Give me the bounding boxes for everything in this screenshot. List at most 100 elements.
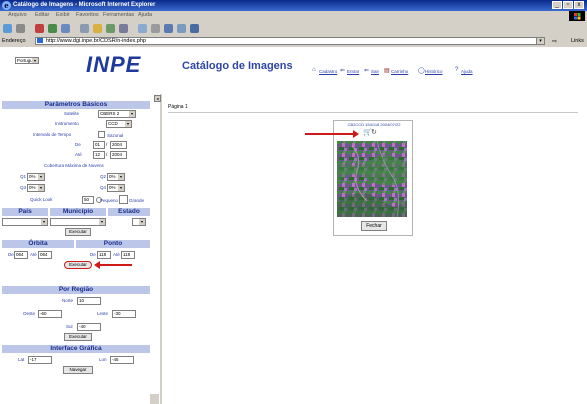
executar-porregiao-button[interactable]: Executar — [64, 333, 92, 341]
q1-select[interactable]: 0% ▾ — [27, 173, 45, 181]
q4-select[interactable]: 0% ▾ — [107, 184, 125, 192]
edit-icon[interactable] — [164, 24, 173, 33]
satellite-image-thumbnail[interactable] — [337, 141, 407, 217]
back-icon[interactable] — [3, 24, 12, 33]
panel-divider[interactable] — [160, 94, 162, 404]
address-input[interactable]: http://www.dgi.inpe.br/CDSR/n-index.php — [35, 37, 545, 45]
orbita-ate-input[interactable]: 064 — [38, 251, 52, 259]
highlight-arrow — [305, 133, 355, 135]
menu-ferramentas[interactable]: Ferramentas — [103, 12, 134, 18]
address-dropdown-button[interactable]: ▾ — [536, 37, 545, 45]
de-year-input[interactable]: 2004 — [110, 141, 127, 149]
header-pais: País — [2, 208, 48, 216]
stop-icon[interactable] — [35, 24, 44, 33]
favorites-icon[interactable] — [93, 24, 102, 33]
section-parametros-basicos: Parâmetros Básicos — [2, 101, 150, 109]
oeste-label: Oeste — [23, 311, 36, 316]
quicklook-label: Quick Look — [30, 197, 53, 202]
ponto-ate-input[interactable]: 118 — [121, 251, 135, 259]
chevron-down-icon: ▾ — [139, 219, 145, 225]
grande-checkbox[interactable] — [119, 195, 128, 204]
executar-orbita-button[interactable]: Executar — [64, 261, 92, 269]
pais-select[interactable]: ▾ — [2, 218, 48, 226]
nav-carrinho[interactable]: Carrinho — [391, 69, 408, 74]
panel-collapse-button[interactable]: ◂ — [154, 95, 161, 102]
window-title-bar: e Catálogo de Imagens - Microsoft Intern… — [0, 0, 587, 11]
logout-nav-icon: ⇐ — [364, 68, 370, 74]
sul-input[interactable]: -40 — [77, 323, 101, 331]
executar-regiao-button[interactable]: Executar — [65, 228, 91, 236]
ponto-ate-label: Até — [113, 252, 120, 257]
quicklook-input[interactable]: 50 — [82, 196, 94, 204]
oeste-input[interactable]: -60 — [38, 310, 62, 318]
nav-ajuda[interactable]: Ajuda — [461, 69, 473, 74]
q2-label: Q2 — [100, 174, 107, 179]
login-nav-icon: ⇐ — [340, 68, 346, 74]
forward-icon[interactable] — [16, 24, 25, 33]
close-button[interactable]: x — [574, 1, 584, 9]
menu-editar[interactable]: Editar — [35, 12, 49, 18]
history-icon[interactable] — [106, 24, 115, 33]
minimize-button[interactable]: _ — [552, 1, 562, 9]
lon-label: Lon — [99, 357, 107, 362]
estado-select[interactable]: ▾ — [132, 218, 146, 226]
sazonal-checkbox[interactable] — [98, 131, 105, 138]
windows-logo-icon — [569, 11, 585, 21]
media-icon[interactable] — [119, 24, 128, 33]
menu-exibir[interactable]: Exibir — [56, 12, 70, 18]
messenger-icon[interactable] — [190, 24, 199, 33]
print-icon[interactable] — [151, 24, 160, 33]
ate-year-input[interactable]: 2004 — [110, 151, 127, 159]
q4-value: 0% — [109, 185, 116, 190]
header-municipio: Município — [50, 208, 106, 216]
leste-input[interactable]: -30 — [112, 310, 136, 318]
de-day-input[interactable]: 01 — [93, 141, 105, 149]
ate-day-input[interactable]: 12 — [93, 151, 105, 159]
discuss-icon[interactable] — [177, 24, 186, 33]
instrumento-label: Instrumento — [55, 121, 79, 126]
fechar-button[interactable]: Fechar — [361, 221, 387, 231]
inpe-logo: INPE — [86, 52, 142, 77]
menu-favoritos[interactable]: Favoritos — [76, 12, 99, 18]
ie-logo-icon: e — [2, 1, 11, 10]
grande-label: Grande — [129, 198, 145, 203]
language-select[interactable]: Português ▾ — [15, 57, 39, 64]
q3-value: 0% — [29, 185, 36, 190]
panel-scrollbar[interactable] — [150, 394, 159, 404]
q3-label: Q3 — [20, 185, 27, 190]
arrow-head-icon — [94, 261, 100, 269]
address-bar: Endereço http://www.dgi.inpe.br/CDSR/n-i… — [0, 36, 587, 47]
mail-icon[interactable] — [138, 24, 147, 33]
nav-entrar[interactable]: Entrar — [347, 69, 359, 74]
nav-historico[interactable]: Histórico — [425, 69, 443, 74]
refresh-icon[interactable] — [48, 24, 57, 33]
chevron-down-icon: ▾ — [118, 174, 124, 180]
navegar-button[interactable]: Navegar — [63, 366, 93, 374]
ponto-de-input[interactable]: 118 — [97, 251, 111, 259]
satelite-select[interactable]: CBERS 2 ▾ — [98, 110, 136, 118]
go-button[interactable]: ⇨ — [552, 38, 557, 45]
links-button[interactable]: Links — [571, 38, 584, 44]
satelite-value: CBERS 2 — [100, 111, 120, 116]
ate-separator: / — [106, 152, 108, 157]
header-orbita: Órbita — [2, 240, 74, 248]
q2-select[interactable]: 0% ▾ — [107, 173, 125, 181]
instrumento-select[interactable]: CCD ▾ — [106, 120, 132, 128]
search-icon[interactable] — [80, 24, 89, 33]
menu-ajuda[interactable]: Ajuda — [138, 12, 152, 18]
nav-sair[interactable]: Sair — [371, 69, 379, 74]
lat-input[interactable]: -17 — [28, 356, 52, 364]
cobertura-label: Cobertura Máxima de Nuvens — [44, 163, 104, 168]
menu-arquivo[interactable]: Arquivo — [8, 12, 27, 18]
maximize-button[interactable]: ▫ — [563, 1, 573, 9]
reload-icon[interactable]: ↻ — [371, 128, 377, 136]
municipio-select[interactable]: ▾ — [50, 218, 106, 226]
lon-input[interactable]: -45 — [110, 356, 134, 364]
q3-select[interactable]: 0% ▾ — [27, 184, 45, 192]
nav-cadastro[interactable]: Cadastro — [319, 69, 337, 74]
norte-input[interactable]: 10 — [77, 297, 101, 305]
satelite-label: Satelite — [64, 111, 80, 116]
home-icon[interactable] — [61, 24, 70, 33]
image-caption[interactable]: CB2CCD 154/118 2004/07/22 — [338, 122, 410, 127]
orbita-de-input[interactable]: 064 — [14, 251, 28, 259]
